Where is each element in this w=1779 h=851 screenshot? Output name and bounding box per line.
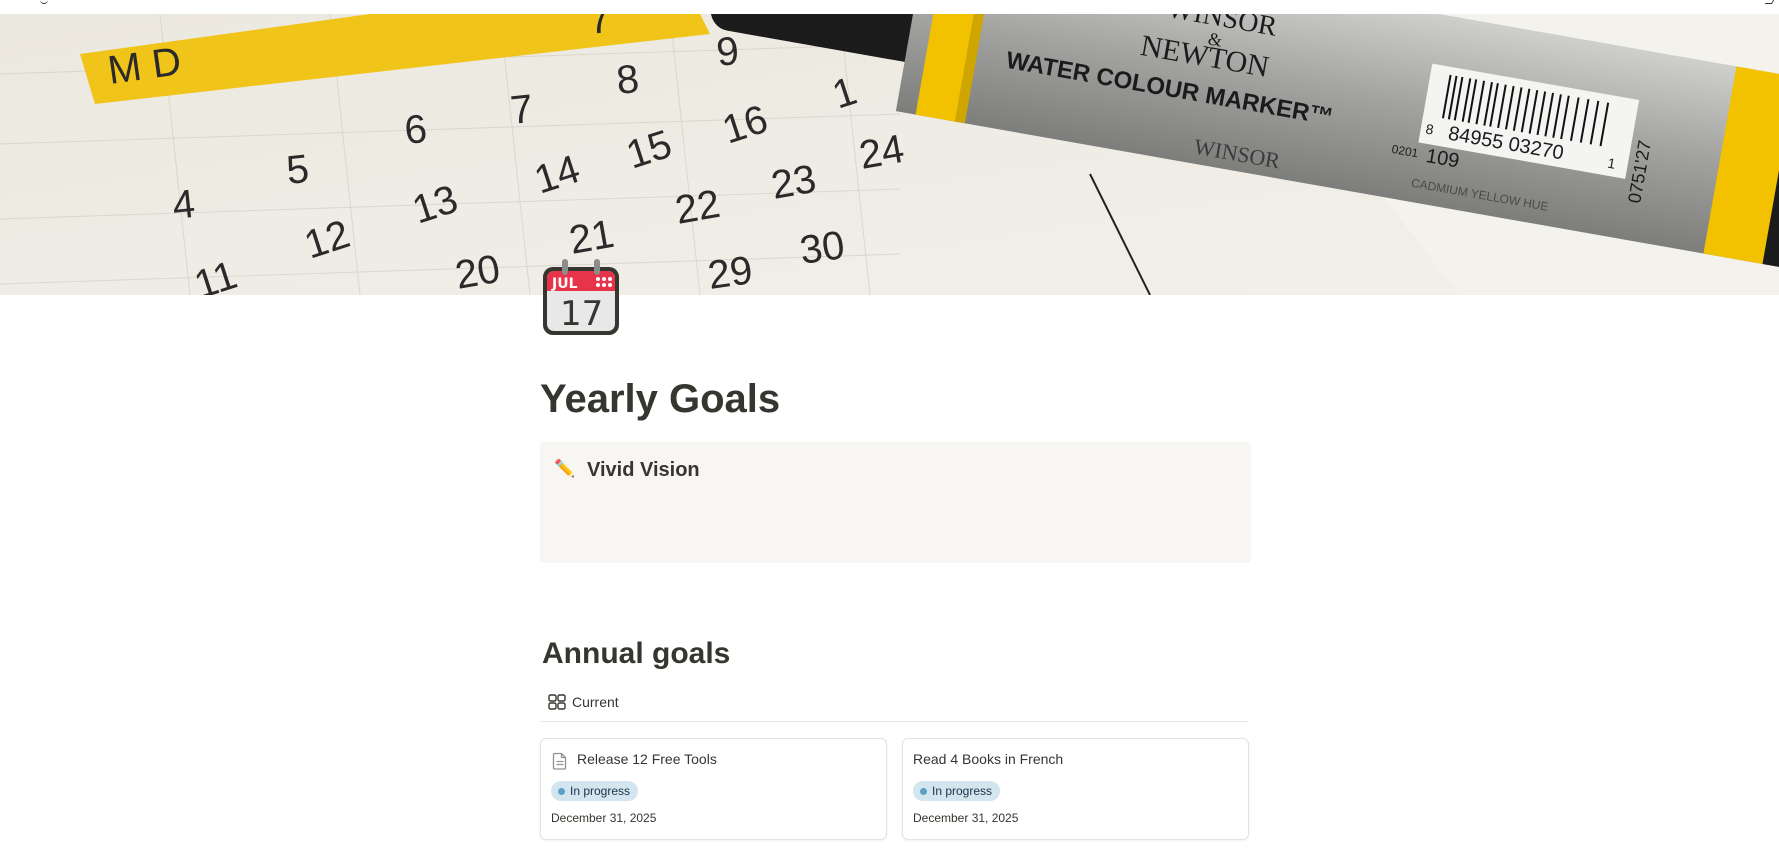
status-badge: In progress <box>913 781 1001 801</box>
top-bar-strip <box>0 0 1779 14</box>
chevron-right-icon[interactable] <box>1764 0 1775 4</box>
vivid-vision-callout[interactable]: ✏️ Vivid Vision <box>540 442 1251 563</box>
pencil-icon[interactable]: ✏️ <box>554 459 575 479</box>
card-date: December 31, 2025 <box>551 811 657 825</box>
card-title: Read 4 Books in French <box>913 751 1064 767</box>
cover-calendar-number: 24 <box>856 127 907 178</box>
cover-calendar-number: 7 <box>508 87 535 133</box>
card-title: Release 12 Free Tools <box>577 751 717 767</box>
page-cover[interactable]: M D 7 8 9 5 6 7 4 14 15 16 1 12 13 22 23… <box>0 14 1779 295</box>
cover-calendar-number: 5 <box>284 147 311 193</box>
cover-calendar-number: 7 <box>586 14 613 43</box>
card-date: December 31, 2025 <box>913 811 1019 825</box>
cover-calendar-number: 22 <box>672 182 723 233</box>
gallery-card[interactable]: Release 12 Free Tools In progress Decemb… <box>540 738 887 840</box>
document-icon <box>552 752 567 770</box>
cover-calendar-number: 29 <box>705 248 755 295</box>
view-tab-label: Current <box>572 694 619 710</box>
callout-title[interactable]: Vivid Vision <box>587 459 700 482</box>
cover-calendar-number: 30 <box>797 223 847 273</box>
gallery-view-icon <box>548 694 566 710</box>
status-dot <box>920 787 927 795</box>
calendar-icon-day: 17 <box>560 294 603 334</box>
cover-calendar-number: 23 <box>768 157 819 208</box>
cover-calendar-number: 20 <box>452 247 503 295</box>
cover-calendar-number: 4 <box>170 182 197 228</box>
status-dot <box>558 787 565 795</box>
status-label: In progress <box>932 784 993 798</box>
gallery-card[interactable]: Read 4 Books in French In progress Decem… <box>902 738 1249 840</box>
calendar-icon-month: JUL <box>551 276 578 292</box>
cover-photo: M D 7 8 9 5 6 7 4 14 15 16 1 12 13 22 23… <box>0 14 1779 295</box>
view-tab-current[interactable]: Current <box>540 688 619 716</box>
cover-calendar-number: 8 <box>614 57 641 103</box>
annual-goals-heading[interactable]: Annual goals <box>542 636 730 672</box>
calendar-icon[interactable]: JUL 17 <box>540 255 622 337</box>
cover-calendar-number: 6 <box>402 107 429 153</box>
cover-calendar-number: 9 <box>714 29 741 75</box>
status-badge: In progress <box>551 781 639 801</box>
view-divider <box>540 721 1249 722</box>
breadcrumb-edge-glyph <box>40 0 48 4</box>
page-title[interactable]: Yearly Goals <box>540 375 780 423</box>
status-label: In progress <box>570 784 631 798</box>
